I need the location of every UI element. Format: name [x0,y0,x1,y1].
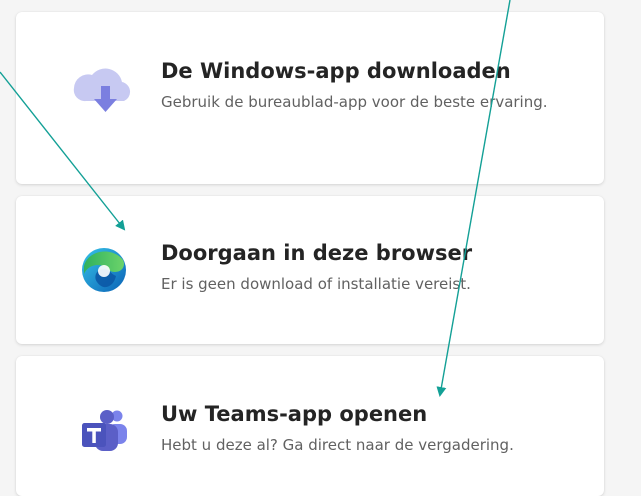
teams-logo-icon [70,396,138,464]
edge-browser-icon [70,236,138,304]
option-description: Er is geen download of installatie verei… [161,275,471,293]
open-teams-app-option[interactable]: Uw Teams-app openen Hebt u deze al? Ga d… [16,356,604,496]
option-title: De Windows-app downloaden [161,59,511,83]
option-title: Doorgaan in deze browser [161,241,473,265]
download-windows-app-option[interactable]: De Windows-app downloaden Gebruik de bur… [16,12,604,184]
option-title: Uw Teams-app openen [161,402,428,426]
cloud-download-icon [70,58,138,126]
option-description: Hebt u deze al? Ga direct naar de vergad… [161,436,514,454]
option-description: Gebruik de bureaublad-app voor de beste … [161,93,548,111]
continue-in-browser-option[interactable]: Doorgaan in deze browser Er is geen down… [16,196,604,344]
